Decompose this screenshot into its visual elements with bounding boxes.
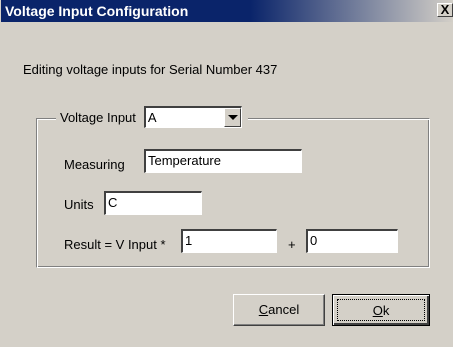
close-icon: X [440,2,450,17]
dropdown-arrow-icon[interactable] [223,108,241,127]
editing-description: Editing voltage inputs for Serial Number… [23,62,278,77]
ok-label: k [382,303,390,318]
groupbox-legend: Voltage Input A [56,104,248,130]
title-bar[interactable]: Voltage Input Configuration X [1,0,453,22]
voltage-input-label: Voltage Input [60,109,136,125]
close-button[interactable]: X [437,3,453,17]
cancel-button[interactable]: Cancel [233,294,325,326]
units-label: Units [64,197,94,212]
measuring-label: Measuring [64,157,125,172]
cancel-label: ancel [268,302,300,317]
units-field[interactable]: C [104,191,202,215]
plus-label: + [288,237,296,252]
measuring-field[interactable]: Temperature [144,149,302,173]
window-title: Voltage Input Configuration [5,3,189,19]
voltage-input-selected: A [147,110,157,125]
offset-field[interactable]: 0 [306,229,398,253]
result-formula-label: Result = V Input * [64,237,166,252]
dialog-window: Voltage Input Configuration X Editing vo… [0,0,453,347]
voltage-input-select[interactable]: A [143,106,242,128]
ok-mnemonic: O [372,303,383,318]
cancel-mnemonic: C [258,302,269,317]
multiplier-field[interactable]: 1 [181,229,277,253]
focus-rectangle: Ok [337,299,425,321]
ok-button[interactable]: Ok [332,294,430,326]
